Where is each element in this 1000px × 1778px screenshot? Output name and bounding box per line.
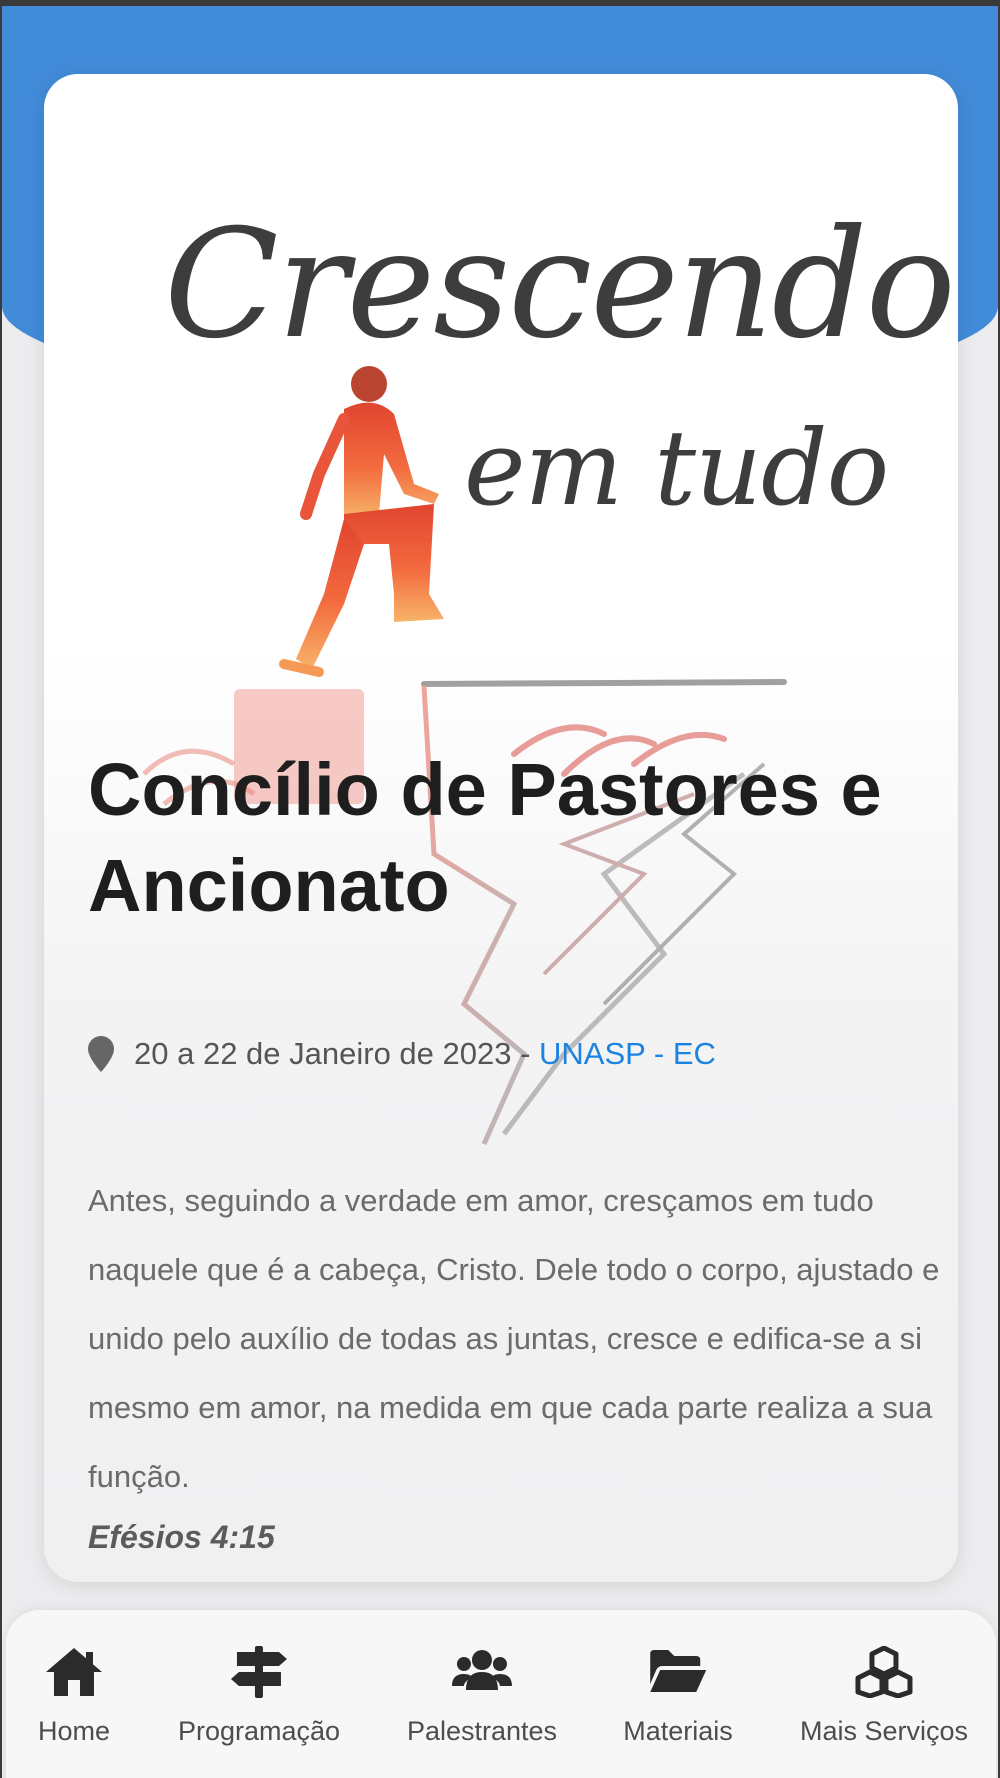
logo-line-2: em tudo	[464, 407, 888, 529]
folder-open-icon	[650, 1650, 706, 1692]
nav-palestrantes-label: Palestrantes	[406, 1716, 558, 1746]
signpost-icon	[231, 1646, 287, 1698]
nav-materiais-label: Materiais	[623, 1716, 733, 1746]
nav-mais-servicos-label: Mais Serviços	[799, 1716, 969, 1746]
nav-programacao-label: Programação	[177, 1716, 341, 1746]
nav-palestrantes[interactable]: Palestrantes	[407, 1646, 557, 1747]
verse-reference: Efésios 4:15	[88, 1519, 275, 1555]
cubes-icon	[855, 1646, 913, 1698]
event-meta: 20 a 22 de Janeiro de 2023 - UNASP - EC	[88, 1036, 716, 1072]
home-icon	[46, 1648, 102, 1696]
bottom-navigation: Home Programação Palestrantes Materiais …	[6, 1610, 996, 1778]
nav-mais-servicos[interactable]: Mais Serviços	[800, 1646, 968, 1747]
nav-materiais[interactable]: Materiais	[623, 1646, 733, 1747]
users-icon	[452, 1650, 512, 1690]
event-title: Concílio de Pastores e Ancionato	[88, 748, 882, 927]
map-marker-icon	[88, 1036, 114, 1072]
nav-home-label: Home	[37, 1716, 111, 1746]
logo-line-1: Crescendo	[164, 198, 954, 372]
event-date: 20 a 22 de Janeiro de 2023 -	[134, 1036, 540, 1071]
event-card: Crescendo em tudo Concílio de Pastores e…	[44, 74, 958, 1582]
app-frame: Crescendo em tudo Concílio de Pastores e…	[0, 0, 1000, 1778]
climbing-figure	[279, 366, 444, 677]
verse-text: Antes, seguindo a verdade em amor, cresç…	[88, 1183, 940, 1494]
event-illustration: Crescendo em tudo	[142, 198, 956, 1146]
event-location-link[interactable]: UNASP - EC	[539, 1036, 716, 1072]
nav-programacao[interactable]: Programação	[178, 1646, 340, 1747]
nav-home[interactable]: Home	[38, 1646, 110, 1747]
